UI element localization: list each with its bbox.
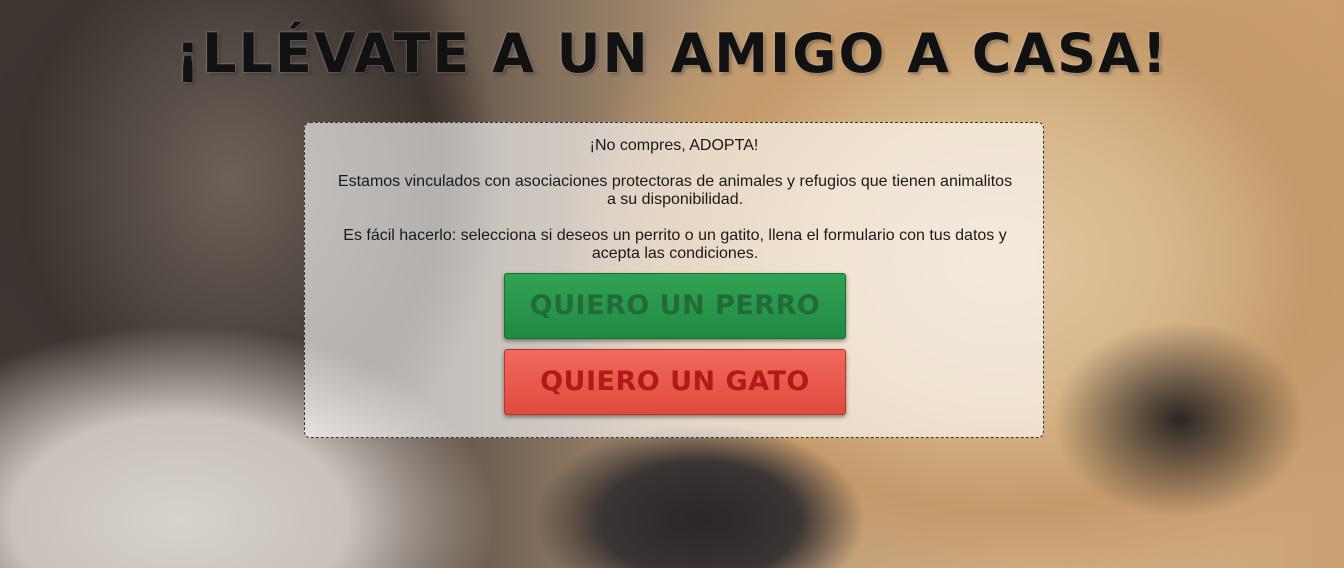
page-title: ¡LLÉVATE A UN AMIGO A CASA! [175,22,1169,85]
description-shelters: Estamos vinculados con asociaciones prot… [337,173,1013,208]
want-dog-button[interactable]: QUIERO UN PERRO [504,273,846,339]
want-cat-button[interactable]: QUIERO UN GATO [504,349,846,415]
want-dog-label: QUIERO UN PERRO [529,290,821,321]
want-cat-label: QUIERO UN GATO [540,366,810,397]
adoption-info-panel: ¡No compres, ADOPTA! Estamos vinculados … [304,122,1044,438]
description-instructions: Es fácil hacerlo: selecciona si deseos u… [343,227,1007,262]
adopt-slogan: ¡No compres, ADOPTA! [589,137,759,154]
